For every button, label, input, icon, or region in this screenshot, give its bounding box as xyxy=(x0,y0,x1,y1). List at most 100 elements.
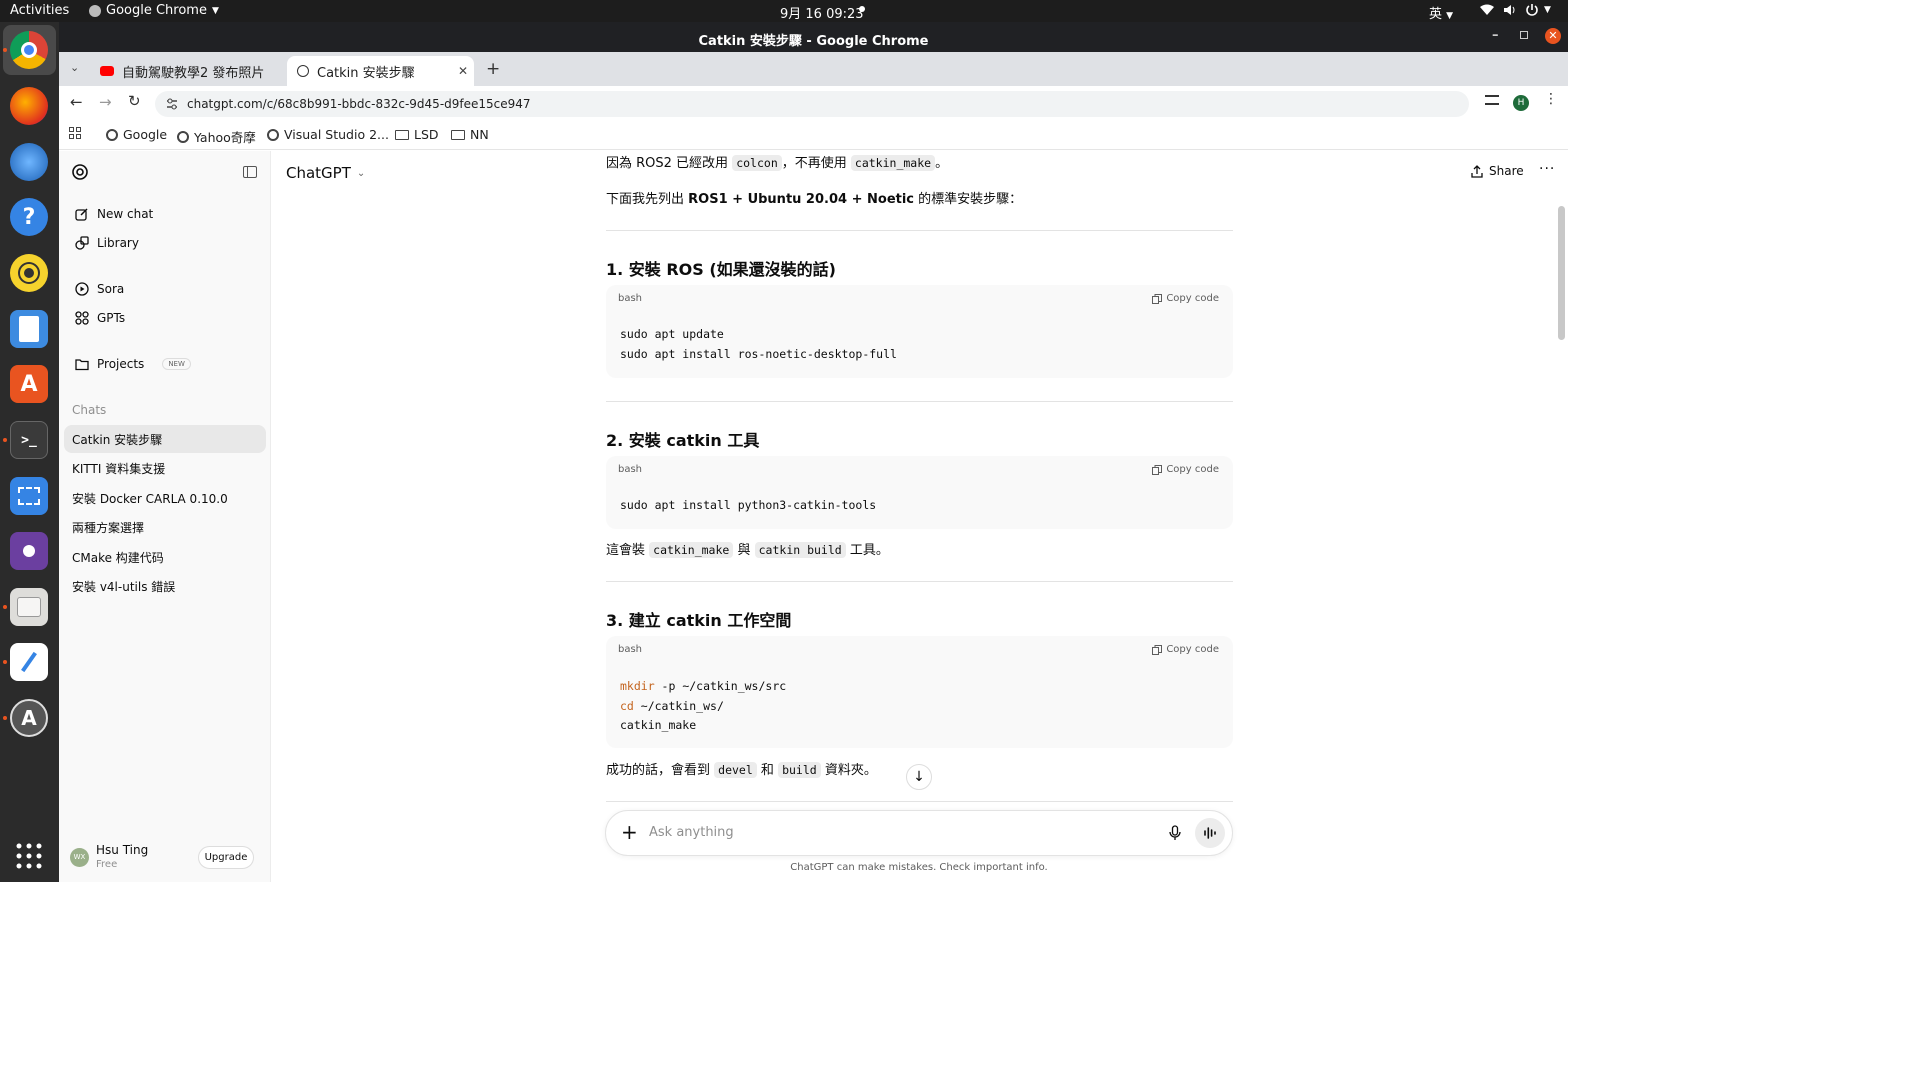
library-label: Library xyxy=(97,236,139,250)
inline-code: catkin_make xyxy=(649,542,734,558)
more-options-icon[interactable]: ··· xyxy=(1539,161,1555,177)
maximize-icon[interactable] xyxy=(1520,31,1528,39)
app-menu[interactable]: Google Chrome ▼ xyxy=(89,3,219,18)
screenshot-icon[interactable] xyxy=(10,477,48,515)
address-bar[interactable]: chatgpt.com/c/68c8b991-bbdc-832c-9d45-d9… xyxy=(155,91,1469,117)
notification-dot xyxy=(859,6,865,12)
running-indicator xyxy=(3,716,7,720)
show-apps-icon[interactable] xyxy=(10,837,48,875)
chrome-icon[interactable] xyxy=(10,31,48,69)
files-icon[interactable] xyxy=(10,588,48,626)
software-updater-icon[interactable]: A xyxy=(10,699,48,737)
chevron-down-icon: ⌄ xyxy=(356,167,366,179)
projects-button[interactable]: Projects NEW xyxy=(67,350,265,378)
share-button[interactable]: Share xyxy=(1471,164,1524,178)
video-icon[interactable] xyxy=(10,532,48,570)
bookmark-visual-studio[interactable]: Visual Studio 2... xyxy=(267,127,389,142)
power-icon[interactable] xyxy=(1525,3,1539,17)
gpts-button[interactable]: GPTs xyxy=(67,304,265,332)
help-icon[interactable]: ? xyxy=(10,198,48,236)
scroll-down-arrow-icon[interactable]: ↓ xyxy=(906,764,932,790)
prompt-input[interactable]: Ask anything xyxy=(649,825,734,840)
clock[interactable]: 9月 16 09:23 xyxy=(780,3,864,22)
new-chat-button[interactable]: New chat xyxy=(67,200,265,228)
sora-label: Sora xyxy=(97,282,125,296)
terminal-icon[interactable]: >_ xyxy=(10,421,48,459)
firefox-icon[interactable] xyxy=(10,87,48,125)
model-selector[interactable]: ChatGPT ⌄ xyxy=(286,164,365,182)
activities-button[interactable]: Activities xyxy=(10,3,69,18)
back-icon[interactable]: ← xyxy=(70,93,83,111)
copy-code-button[interactable]: Copy code xyxy=(1152,293,1219,304)
chatgpt-sidebar: New chat Library Sora GPTs Projects NEW … xyxy=(59,151,271,882)
tab-youtube[interactable]: 自動駕駛教學2 發布照片 ✕ xyxy=(90,56,306,86)
chrome-menu-icon[interactable]: ⋮ xyxy=(1544,91,1558,107)
site-info-icon[interactable] xyxy=(165,97,179,111)
close-window-icon[interactable]: ✕ xyxy=(1545,28,1561,44)
rhythmbox-icon[interactable] xyxy=(10,254,48,292)
new-badge: NEW xyxy=(162,358,191,370)
thunderbird-icon[interactable] xyxy=(10,143,48,181)
copy-icon xyxy=(1152,464,1163,475)
close-sidebar-icon[interactable] xyxy=(243,166,257,178)
inline-code: catkin build xyxy=(754,542,846,558)
tab-close-icon[interactable]: ✕ xyxy=(458,64,468,78)
copy-code-button[interactable]: Copy code xyxy=(1152,644,1219,655)
code-line: sudo apt update xyxy=(620,327,724,341)
library-button[interactable]: Library xyxy=(67,229,265,257)
message-line-1: 因為 ROS2 已經改用 colcon ，不再使用 catkin_make。 xyxy=(606,155,949,171)
inline-code: build xyxy=(778,762,821,778)
bookmark-folder-lsd[interactable]: LSD xyxy=(395,127,439,142)
pencil-square-icon xyxy=(75,207,89,221)
chat-item[interactable]: CMake 构建代码 xyxy=(64,543,266,571)
new-chat-label: New chat xyxy=(97,207,154,221)
volume-icon[interactable] xyxy=(1503,3,1517,17)
profile-avatar[interactable]: H xyxy=(1513,95,1529,111)
youtube-favicon-icon xyxy=(100,66,114,76)
minimize-icon[interactable]: – xyxy=(1492,28,1499,43)
chat-item[interactable]: KITTI 資料集支援 xyxy=(64,454,266,482)
microphone-icon[interactable] xyxy=(1169,825,1181,841)
forward-icon[interactable]: → xyxy=(99,93,112,111)
upgrade-button[interactable]: Upgrade xyxy=(198,846,254,869)
add-attachment-icon[interactable]: + xyxy=(621,821,638,843)
copy-code-button[interactable]: Copy code xyxy=(1152,464,1219,475)
chat-item[interactable]: 安裝 v4l-utils 錯誤 xyxy=(64,572,266,600)
writer-icon[interactable] xyxy=(10,310,48,348)
chatgpt-favicon-icon xyxy=(297,65,309,77)
chrome-small-icon xyxy=(89,4,101,17)
chat-item[interactable]: 兩種方案選擇 xyxy=(64,513,266,541)
inline-code: devel xyxy=(714,762,757,778)
chat-item[interactable]: 安裝 Docker CARLA 0.10.0 xyxy=(64,484,266,512)
openai-logo-icon[interactable] xyxy=(71,163,89,181)
globe-icon xyxy=(267,128,279,141)
wifi-icon[interactable] xyxy=(1480,4,1494,16)
app-center-icon[interactable]: A xyxy=(10,365,48,403)
media-control-icon[interactable] xyxy=(1485,95,1499,105)
bookmark-yahoo[interactable]: Yahoo奇摩 xyxy=(177,127,256,146)
sora-button[interactable]: Sora xyxy=(67,275,265,303)
text-editor-icon[interactable] xyxy=(10,643,48,681)
bookmark-folder-nn[interactable]: NN xyxy=(451,127,489,142)
tab-search-chevron-icon[interactable]: ⌄ xyxy=(70,61,79,74)
code-line: cd ~/catkin_ws/ xyxy=(620,699,724,713)
library-icon xyxy=(75,236,89,250)
running-indicator xyxy=(3,660,7,664)
tab-catkin[interactable]: Catkin 安裝步驟 ✕ xyxy=(287,56,474,86)
input-method-indicator[interactable]: 英 ▼ xyxy=(1429,3,1453,22)
apps-grid-icon[interactable] xyxy=(69,127,81,139)
chat-item-active[interactable]: Catkin 安裝步驟 xyxy=(64,425,266,453)
divider xyxy=(606,401,1233,402)
app-name: Google Chrome xyxy=(106,3,207,18)
bookmarks-bar: Google Yahoo奇摩 Visual Studio 2... LSD NN xyxy=(59,120,1568,150)
voice-wave-icon xyxy=(1204,827,1216,839)
reload-icon[interactable]: ↻ xyxy=(128,92,141,110)
url-text: chatgpt.com/c/68c8b991-bbdc-832c-9d45-d9… xyxy=(187,97,531,111)
new-tab-icon[interactable]: + xyxy=(486,59,500,79)
avatar[interactable]: WX xyxy=(70,848,89,867)
voice-mode-button[interactable] xyxy=(1195,818,1225,848)
system-menu-chevron-icon[interactable]: ▼ xyxy=(1544,5,1551,15)
scrollbar-thumb[interactable] xyxy=(1558,206,1565,340)
user-name[interactable]: Hsu Ting xyxy=(96,843,148,857)
bookmark-google[interactable]: Google xyxy=(106,127,167,142)
